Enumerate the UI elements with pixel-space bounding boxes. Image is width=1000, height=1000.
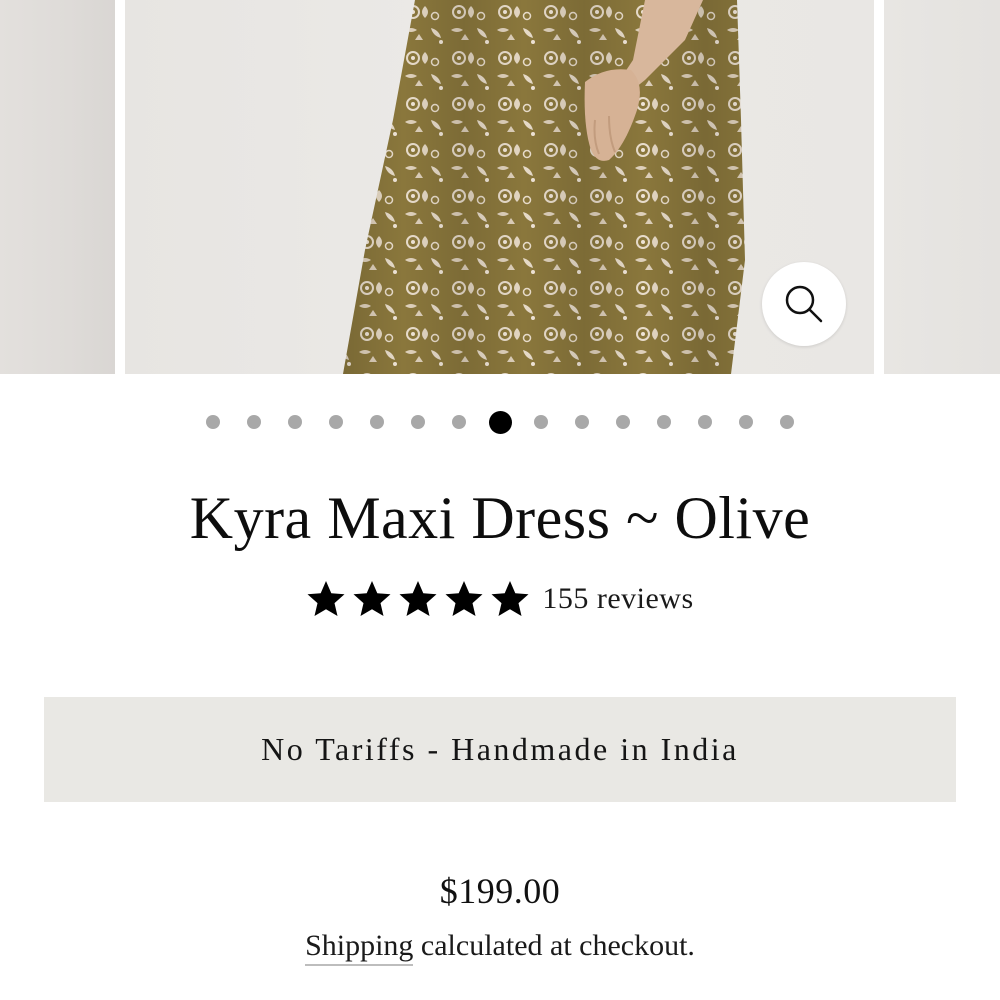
star-icon	[353, 581, 391, 616]
pagination-dot[interactable]	[657, 415, 671, 429]
rating-stars	[306, 579, 530, 619]
pagination-dot[interactable]	[534, 415, 548, 429]
star-icon	[307, 581, 345, 616]
pagination-dot[interactable]	[288, 415, 302, 429]
star-icon	[491, 581, 529, 616]
info-banner: No Tariffs - Handmade in India	[44, 697, 956, 802]
banner-text: No Tariffs - Handmade in India	[261, 731, 739, 767]
pagination-dot[interactable]	[698, 415, 712, 429]
pagination-dot[interactable]	[247, 415, 261, 429]
pagination-dot-active[interactable]	[488, 410, 512, 434]
shipping-link[interactable]: Shipping	[305, 929, 414, 966]
pagination-dot[interactable]	[780, 415, 794, 429]
product-page: Kyra Maxi Dress ~ Olive 155 reviews No T…	[0, 0, 1000, 1000]
product-image-carousel[interactable]	[0, 0, 1000, 374]
shipping-note-text: calculated at checkout.	[413, 929, 695, 962]
star-icon	[399, 581, 437, 616]
carousel-slide-current[interactable]	[125, 0, 874, 374]
star-icon	[445, 581, 483, 616]
pagination-dot[interactable]	[329, 415, 343, 429]
product-title: Kyra Maxi Dress ~ Olive	[189, 485, 811, 551]
pagination-dot[interactable]	[370, 415, 384, 429]
search-icon	[785, 285, 823, 323]
zoom-button[interactable]	[762, 262, 846, 346]
carousel-slide-next[interactable]	[884, 0, 1000, 374]
carousel-pagination	[0, 410, 1000, 434]
pagination-dot[interactable]	[739, 415, 753, 429]
pagination-dot[interactable]	[575, 415, 589, 429]
product-photo	[343, 0, 745, 374]
pagination-dot[interactable]	[616, 415, 630, 429]
carousel-slide-previous[interactable]	[0, 0, 115, 374]
review-count[interactable]: 155 reviews	[542, 576, 693, 622]
product-rating[interactable]: 155 reviews	[0, 576, 1000, 622]
pagination-dot[interactable]	[452, 415, 466, 429]
pagination-dot[interactable]	[206, 415, 220, 429]
pagination-dot[interactable]	[411, 415, 425, 429]
shipping-note: Shipping calculated at checkout.	[0, 924, 1000, 968]
product-price: $199.00	[439, 871, 561, 911]
